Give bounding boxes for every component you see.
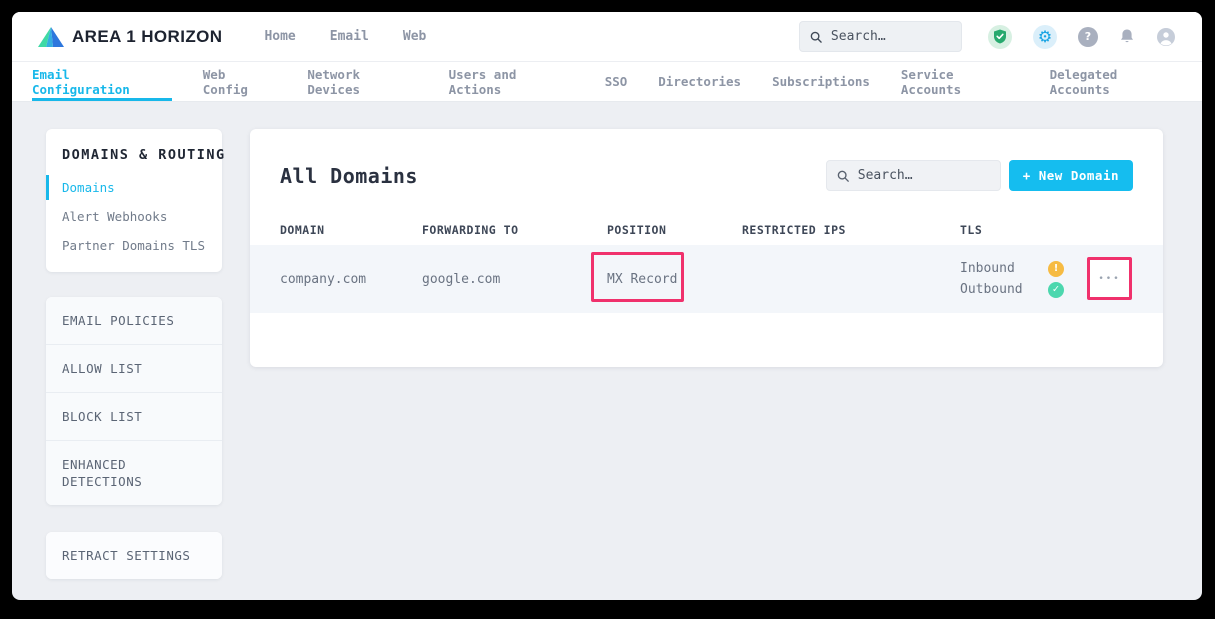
notifications-bell-icon[interactable] (1119, 28, 1135, 45)
tab-users-and-actions[interactable]: Users and Actions (449, 62, 574, 101)
sidebar-item-alert-webhooks[interactable]: Alert Webhooks (46, 202, 222, 231)
tab-subscriptions[interactable]: Subscriptions (772, 62, 870, 101)
nav-web[interactable]: Web (403, 29, 426, 44)
sidebar-card-retract-settings: RETRACT SETTINGS (46, 532, 222, 579)
sidebar-item-partner-domains-tls[interactable]: Partner Domains TLS (46, 231, 222, 260)
domain-search-input[interactable] (858, 168, 990, 183)
logo-triangle-icon (38, 26, 64, 48)
col-forwarding-to: FORWARDING TO (422, 223, 607, 237)
sidebar-section-allow-list[interactable]: ALLOW LIST (46, 345, 222, 393)
col-position: POSITION (607, 223, 742, 237)
col-domain: DOMAIN (280, 223, 422, 237)
tls-outbound-label: Outbound (960, 280, 1023, 299)
tab-service-accounts[interactable]: Service Accounts (901, 62, 1019, 101)
sidebar-item-domains[interactable]: Domains (46, 173, 222, 202)
tls-inbound-warning-icon: ! (1048, 261, 1064, 277)
account-user-icon[interactable] (1156, 27, 1176, 47)
ellipsis-icon: ••• (1098, 274, 1120, 284)
domain-search[interactable] (826, 160, 1001, 191)
sidebar-section-email-policies[interactable]: EMAIL POLICIES (46, 297, 222, 345)
page-title: All Domains (280, 164, 418, 188)
global-search[interactable] (799, 21, 962, 52)
col-tls: TLS (960, 223, 1080, 237)
tab-network-devices[interactable]: Network Devices (307, 62, 417, 101)
sidebar-item-label: Domains (62, 180, 115, 195)
col-restricted-ips: RESTRICTED IPS (742, 223, 960, 237)
tab-directories[interactable]: Directories (658, 62, 741, 101)
tls-inbound-label: Inbound (960, 259, 1015, 278)
panel-header: All Domains + New Domain (250, 129, 1163, 191)
sidebar-section-title: DOMAINS & ROUTING (62, 147, 206, 163)
top-nav: Home Email Web (264, 29, 426, 44)
row-actions-button[interactable]: ••• (1087, 257, 1132, 300)
sidebar-section-enhanced-detections[interactable]: ENHANCED DETECTIONS (46, 441, 222, 505)
sidebar-item-label: Alert Webhooks (62, 209, 167, 224)
help-icon[interactable]: ? (1078, 27, 1098, 47)
sidebar-item-label: Partner Domains TLS (62, 238, 205, 253)
nav-email[interactable]: Email (330, 29, 369, 44)
table-header: DOMAIN FORWARDING TO POSITION RESTRICTED… (250, 215, 1163, 245)
all-domains-panel: All Domains + New Domain DOMAIN FORWARDI… (250, 129, 1163, 367)
sidebar-card-policy-sections: EMAIL POLICIES ALLOW LIST BLOCK LIST ENH… (46, 297, 222, 505)
logo[interactable]: AREA 1 HORIZON (38, 26, 222, 48)
search-icon (837, 169, 849, 183)
tab-sso[interactable]: SSO (605, 62, 628, 101)
cell-domain: company.com (280, 272, 422, 287)
sidebar: DOMAINS & ROUTING Domains Alert Webhooks… (46, 129, 222, 579)
sidebar-card-domains-routing: DOMAINS & ROUTING Domains Alert Webhooks… (46, 129, 222, 272)
app-window: AREA 1 HORIZON Home Email Web ⚙ ? (12, 12, 1202, 600)
logo-text: AREA 1 HORIZON (72, 27, 222, 47)
table-row[interactable]: company.com google.com MX Record Inbound… (250, 245, 1163, 313)
tab-delegated-accounts[interactable]: Delegated Accounts (1050, 62, 1182, 101)
cell-tls: Inbound ! Outbound ✓ (960, 259, 1064, 299)
search-icon (810, 30, 822, 44)
new-domain-button[interactable]: + New Domain (1009, 160, 1133, 191)
config-subnav: Email Configuration Web Config Network D… (12, 62, 1202, 102)
sidebar-section-retract-settings[interactable]: RETRACT SETTINGS (46, 532, 222, 579)
page-content: DOMAINS & ROUTING Domains Alert Webhooks… (12, 102, 1202, 579)
topbar: AREA 1 HORIZON Home Email Web ⚙ ? (12, 12, 1202, 62)
cell-forwarding-to: google.com (422, 272, 607, 287)
tab-web-config[interactable]: Web Config (203, 62, 277, 101)
settings-gear-icon[interactable]: ⚙ (1033, 25, 1057, 49)
cell-position: MX Record (607, 272, 742, 287)
tls-outbound-check-icon: ✓ (1048, 282, 1064, 298)
verified-shield-icon[interactable] (988, 25, 1012, 49)
tab-email-configuration[interactable]: Email Configuration (32, 62, 172, 101)
nav-home[interactable]: Home (264, 29, 295, 44)
sidebar-section-block-list[interactable]: BLOCK LIST (46, 393, 222, 441)
global-search-input[interactable] (831, 29, 951, 44)
topbar-icons: ⚙ ? (988, 25, 1176, 49)
